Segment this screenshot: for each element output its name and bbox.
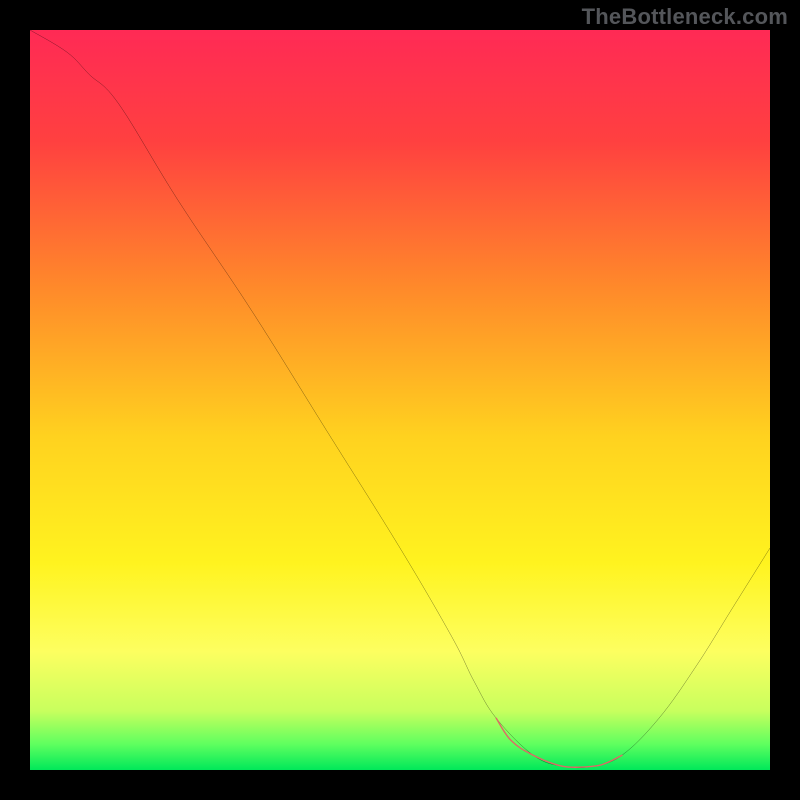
bottleneck-plot	[30, 30, 770, 770]
plot-background	[30, 30, 770, 770]
chart-frame: TheBottleneck.com	[0, 0, 800, 800]
watermark-text: TheBottleneck.com	[582, 4, 788, 30]
